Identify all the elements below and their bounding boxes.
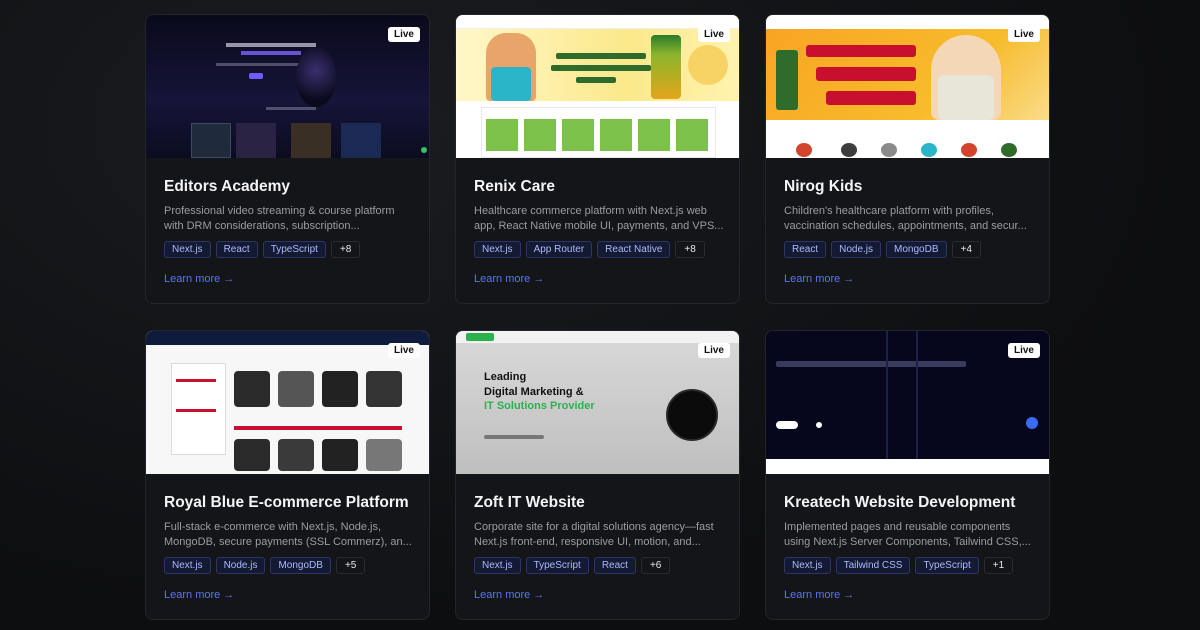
tech-tag: React (784, 241, 827, 258)
project-title: Zoft IT Website (474, 494, 585, 511)
live-badge: Live (1007, 343, 1040, 358)
tech-tag: TypeScript (525, 557, 589, 574)
more-tags-count: +8 (675, 241, 705, 258)
tech-tag: MongoDB (270, 557, 331, 574)
project-card[interactable]: Live Kreatech Website Development Implem… (765, 330, 1050, 620)
tech-tag: Node.js (831, 241, 882, 258)
tech-tag: Next.js (474, 557, 521, 574)
tech-tags: Next.js TypeScript React +6 (474, 557, 671, 574)
thumb-heading: IT Solutions Provider (484, 400, 595, 412)
more-tags-count: +5 (335, 557, 366, 574)
project-description: Healthcare commerce platform with Next.j… (474, 205, 724, 232)
tech-tags: React Node.js MongoDB +4 (784, 241, 981, 258)
project-description: Full-stack e-commerce with Next.js, Node… (164, 521, 412, 548)
tech-tags: Next.js React TypeScript +8 (164, 241, 361, 258)
project-title: Nirog Kids (784, 178, 863, 195)
more-tags-count: +4 (951, 241, 981, 258)
live-badge: Live (1007, 27, 1040, 42)
tech-tags: Next.js Node.js MongoDB +5 (164, 557, 366, 574)
tech-tag: Next.js (164, 241, 211, 258)
project-card[interactable]: Live Nirog Kids Children's healthcare pl… (765, 14, 1050, 304)
live-badge: Live (387, 343, 420, 358)
learn-more-link[interactable]: Learn more → (784, 589, 854, 601)
tech-tag: App Router (525, 241, 593, 258)
thumb-heading: Leading (484, 371, 527, 383)
thumb-heading: Digital Marketing & (484, 386, 584, 398)
project-card[interactable]: Live Renix Care Healthcare commerce plat… (455, 14, 740, 304)
project-description: Professional video streaming & course pl… (164, 205, 395, 232)
project-card[interactable]: Live Editors Academy Professional video … (145, 14, 430, 304)
project-description: Corporate site for a digital solutions a… (474, 521, 714, 548)
live-badge: Live (697, 343, 730, 358)
project-title: Renix Care (474, 178, 555, 195)
project-title: Kreatech Website Development (784, 494, 1016, 511)
live-badge: Live (697, 27, 730, 42)
tech-tag: React Native (597, 241, 671, 258)
tech-tag: Tailwind CSS (835, 557, 911, 574)
more-tags-count: +1 (983, 557, 1014, 574)
project-card[interactable]: Leading Digital Marketing & IT Solutions… (455, 330, 740, 620)
tech-tag: React (593, 557, 636, 574)
tech-tags: Next.js Tailwind CSS TypeScript +1 (784, 557, 1014, 574)
tech-tag: MongoDB (886, 241, 947, 258)
tech-tag: Next.js (474, 241, 521, 258)
tech-tag: Node.js (215, 557, 266, 574)
tech-tag: Next.js (164, 557, 211, 574)
learn-more-link[interactable]: Learn more → (164, 589, 234, 601)
project-description: Children's healthcare platform with prof… (784, 205, 1027, 232)
project-description: Implemented pages and reusable component… (784, 521, 1031, 548)
tech-tag: TypeScript (262, 241, 326, 258)
learn-more-link[interactable]: Learn more → (474, 589, 544, 601)
tech-tag: Next.js (784, 557, 831, 574)
tech-tag: React (215, 241, 258, 258)
tech-tag: TypeScript (915, 557, 979, 574)
learn-more-link[interactable]: Learn more → (784, 273, 854, 285)
learn-more-link[interactable]: Learn more → (474, 273, 544, 285)
tech-tags: Next.js App Router React Native +8 (474, 241, 705, 258)
project-title: Editors Academy (164, 178, 291, 195)
live-badge: Live (387, 27, 420, 42)
more-tags-count: +8 (330, 241, 361, 258)
learn-more-link[interactable]: Learn more → (164, 273, 234, 285)
project-title: Royal Blue E-commerce Platform (164, 494, 409, 511)
project-card[interactable]: Live Royal Blue E-commerce Platform Full… (145, 330, 430, 620)
more-tags-count: +6 (640, 557, 671, 574)
